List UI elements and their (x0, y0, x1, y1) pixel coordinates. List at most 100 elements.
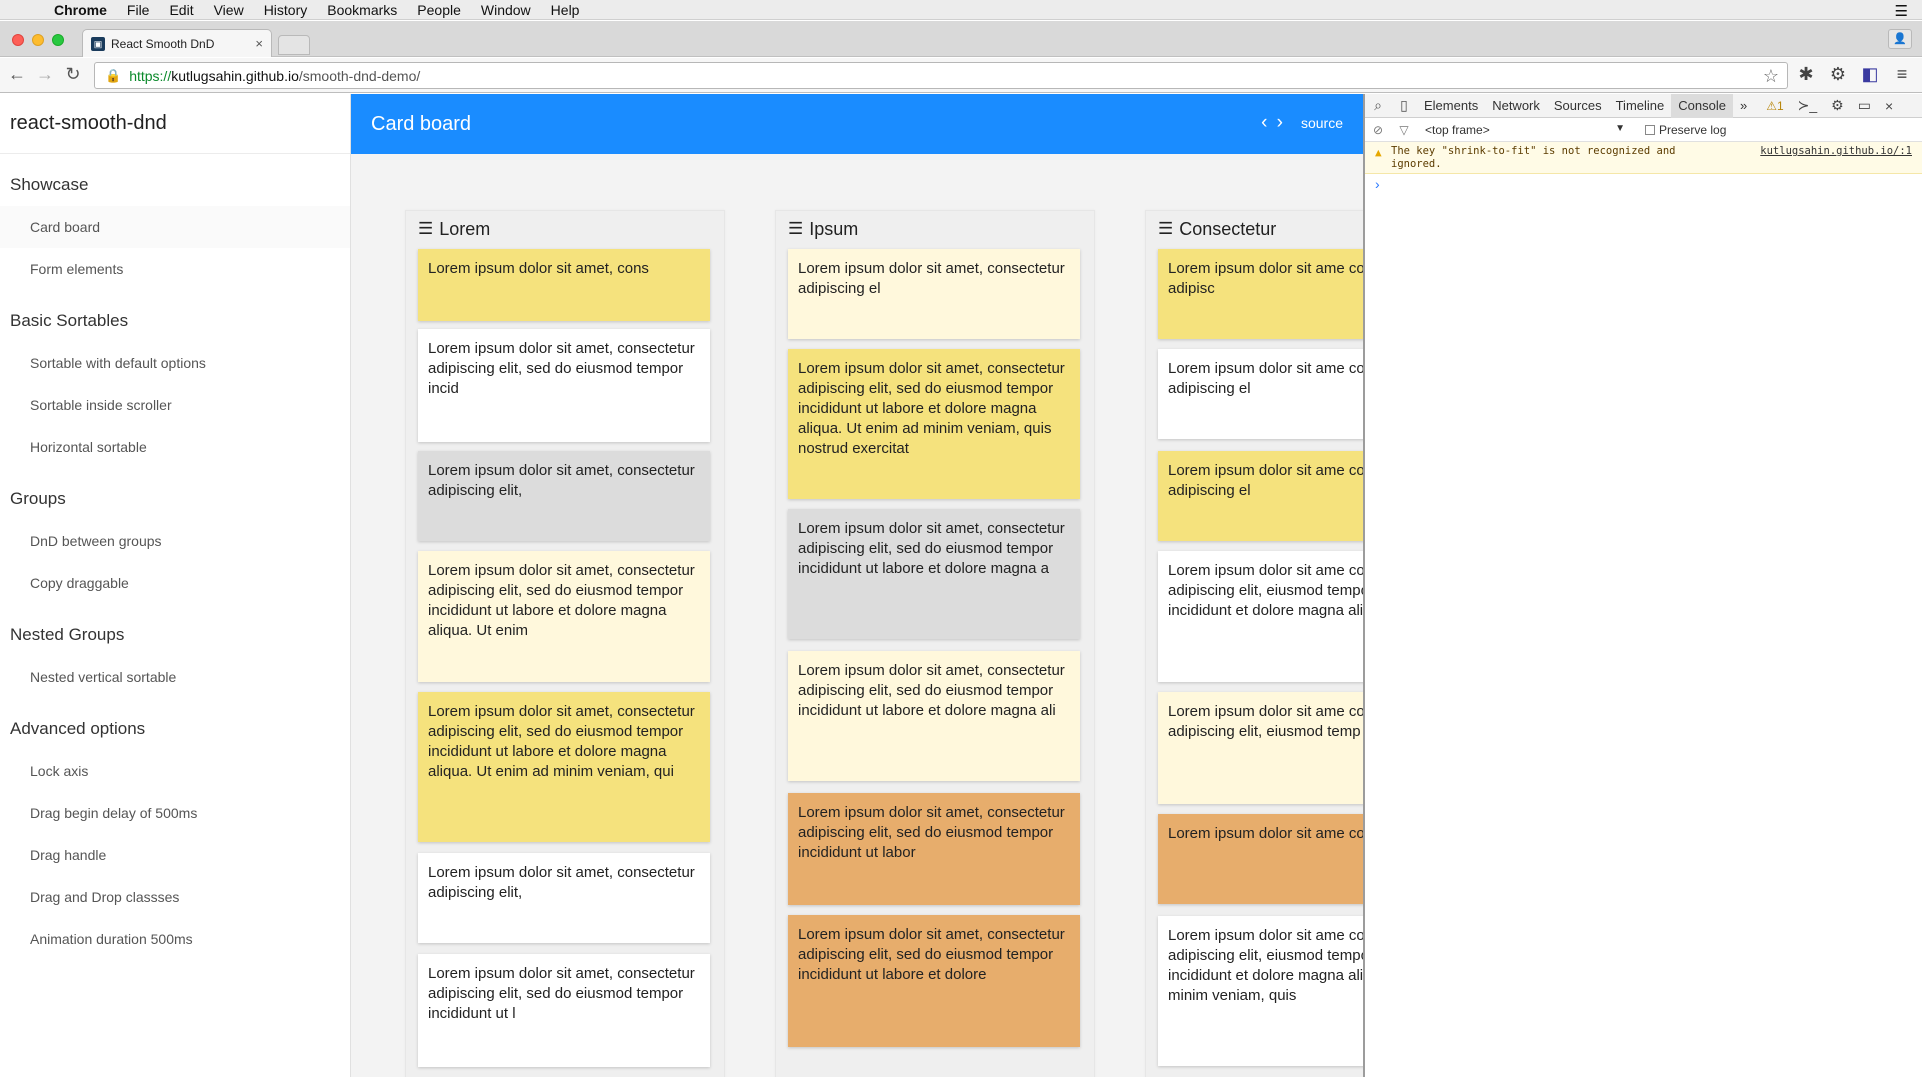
card[interactable]: Lorem ipsum dolor sit ame consectetur ad… (1158, 916, 1363, 1066)
reload-icon[interactable]: ↻ (62, 64, 84, 85)
card[interactable]: Lorem ipsum dolor sit amet, consectetur … (418, 451, 710, 541)
card[interactable]: Lorem ipsum dolor sit amet, consectetur … (788, 509, 1080, 639)
window-minimize-button[interactable] (32, 34, 44, 46)
device-mode-icon[interactable]: ▯ (1391, 97, 1417, 114)
menu-people[interactable]: People (417, 2, 461, 18)
card[interactable]: Lorem ipsum dolor sit ame consectetu (1158, 814, 1363, 904)
drag-handle-icon[interactable]: ☰ (1158, 219, 1173, 239)
more-tabs-icon[interactable]: » (1733, 94, 1754, 118)
menu-file[interactable]: File (127, 2, 150, 18)
card[interactable]: Lorem ipsum dolor sit ame consectetur ad… (1158, 349, 1363, 439)
card[interactable]: Lorem ipsum dolor sit ame consectetur ad… (1158, 249, 1363, 339)
drag-handle-icon[interactable]: ☰ (418, 219, 433, 239)
card[interactable]: Lorem ipsum dolor sit ame consectetur ad… (1158, 551, 1363, 682)
extension-icon[interactable]: ✱ (1794, 64, 1818, 85)
tab-elements[interactable]: Elements (1417, 94, 1485, 118)
sidebar-item-dnd-classes[interactable]: Drag and Drop classses (0, 876, 350, 918)
card[interactable]: Lorem ipsum dolor sit amet, consectetur … (788, 349, 1080, 499)
favicon-icon: ▣ (91, 36, 105, 51)
column-header[interactable]: ☰ Ipsum (788, 211, 1082, 247)
new-tab-button[interactable] (278, 35, 310, 55)
sidebar-item-drag-delay[interactable]: Drag begin delay of 500ms (0, 792, 350, 834)
sidebar-item-lock-axis[interactable]: Lock axis (0, 750, 350, 792)
card[interactable]: Lorem ipsum dolor sit ame consectetur ad… (1158, 451, 1363, 541)
tab-network[interactable]: Network (1485, 94, 1547, 118)
menu-app-name[interactable]: Chrome (54, 2, 107, 18)
tab-timeline[interactable]: Timeline (1609, 94, 1672, 118)
address-bar[interactable]: 🔒 https:// kutlugsahin.github.io /smooth… (94, 62, 1788, 89)
sidebar-item-drag-handle[interactable]: Drag handle (0, 834, 350, 876)
sidebar-item-sortable-default[interactable]: Sortable with default options (0, 342, 350, 384)
menu-bookmarks[interactable]: Bookmarks (327, 2, 397, 18)
list-icon[interactable]: ☰ (1895, 2, 1908, 20)
browser-tab[interactable]: ▣ React Smooth DnD × (82, 29, 272, 57)
section-groups: Groups (10, 489, 66, 508)
sidebar-item-copy-draggable[interactable]: Copy draggable (0, 562, 350, 604)
column-header[interactable]: ☰ Consectetur (1158, 211, 1363, 247)
sidebar-item-animation-duration[interactable]: Animation duration 500ms (0, 918, 350, 960)
tab-sources[interactable]: Sources (1547, 94, 1609, 118)
devtools-close-icon[interactable]: × (1885, 98, 1893, 114)
tab-close-icon[interactable]: × (255, 36, 263, 51)
warning-source-link[interactable]: kutlugsahin.github.io/:1 (1760, 145, 1912, 157)
lock-icon: 🔒 (105, 67, 122, 83)
bookmark-star-icon[interactable]: ☆ (1763, 66, 1779, 87)
forward-arrow-icon[interactable]: → (34, 64, 56, 85)
drag-handle-icon[interactable]: ☰ (788, 219, 803, 239)
warning-count-badge[interactable]: ⚠1 (1766, 99, 1783, 113)
app-sidebar: react-smooth-dnd Showcase Card board For… (0, 94, 351, 1077)
clear-console-icon[interactable]: ⊘ (1365, 123, 1391, 137)
checkbox-icon (1645, 124, 1655, 135)
app-brand[interactable]: react-smooth-dnd (0, 94, 350, 154)
card[interactable]: Lorem ipsum dolor sit amet, consectetur … (788, 793, 1080, 905)
chrome-menu-icon[interactable]: ≡ (1890, 64, 1914, 85)
tab-console[interactable]: Console (1671, 93, 1733, 118)
menu-window[interactable]: Window (481, 2, 531, 18)
section-advanced-options: Advanced options (10, 719, 146, 738)
menu-help[interactable]: Help (551, 2, 580, 18)
console-drawer-icon[interactable]: ≻_ (1798, 97, 1818, 114)
extension-gear-icon[interactable]: ⚙ (1826, 64, 1850, 85)
column-header[interactable]: ☰ Lorem (418, 211, 712, 247)
inspect-search-icon[interactable]: ⌕ (1365, 97, 1391, 114)
card[interactable]: Lorem ipsum dolor sit amet, consectetur … (418, 853, 710, 943)
page-title: Card board (371, 112, 472, 135)
card[interactable]: Lorem ipsum dolor sit amet, consectetur … (418, 954, 710, 1067)
console-prompt[interactable]: › (1365, 174, 1922, 194)
frame-selector[interactable]: <top frame> ▼ (1425, 123, 1625, 137)
card[interactable]: Lorem ipsum dolor sit amet, consectetur … (418, 329, 710, 442)
browser-tab-strip: ▣ React Smooth DnD × 👤 (0, 21, 1922, 57)
sidebar-item-nested-vertical[interactable]: Nested vertical sortable (0, 656, 350, 698)
window-zoom-button[interactable] (52, 34, 64, 46)
card[interactable]: Lorem ipsum dolor sit amet, consectetur … (788, 915, 1080, 1047)
menu-edit[interactable]: Edit (169, 2, 193, 18)
menu-view[interactable]: View (214, 2, 244, 18)
menu-history[interactable]: History (264, 2, 308, 18)
window-close-button[interactable] (12, 34, 24, 46)
sidebar-item-dnd-between-groups[interactable]: DnD between groups (0, 520, 350, 562)
filter-icon[interactable]: ▽ (1391, 123, 1417, 137)
settings-gear-icon[interactable]: ⚙ (1831, 97, 1844, 114)
profile-icon[interactable]: 👤 (1888, 29, 1912, 49)
preserve-log-checkbox[interactable]: Preserve log (1645, 123, 1726, 137)
extension-badge-icon[interactable]: ◧ (1858, 64, 1882, 85)
card[interactable]: Lorem ipsum dolor sit amet, consectetur … (418, 692, 710, 842)
sidebar-item-horizontal-sortable[interactable]: Horizontal sortable (0, 426, 350, 468)
sidebar-item-sortable-scroller[interactable]: Sortable inside scroller (0, 384, 350, 426)
source-link[interactable]: source (1301, 115, 1343, 131)
code-icon[interactable]: ‹ › (1261, 112, 1285, 134)
back-arrow-icon[interactable]: ← (6, 64, 28, 85)
card[interactable]: Lorem ipsum dolor sit amet, consectetur … (788, 249, 1080, 339)
devtools-tabbar: ⌕ ▯ Elements Network Sources Timeline Co… (1365, 93, 1922, 118)
dock-side-icon[interactable]: ▭ (1858, 97, 1871, 114)
sidebar-item-card-board[interactable]: Card board (0, 206, 350, 248)
card[interactable]: Lorem ipsum dolor sit ame consectetur ad… (1158, 692, 1363, 804)
board-column-consectetur: ☰ Consectetur Lorem ipsum dolor sit ame … (1145, 210, 1363, 1077)
console-filter-bar: ⊘ ▽ <top frame> ▼ Preserve log (1365, 118, 1922, 142)
card[interactable]: Lorem ipsum dolor sit amet, consectetur … (418, 551, 710, 682)
column-title: Lorem (439, 218, 491, 239)
card[interactable]: Lorem ipsum dolor sit amet, consectetur … (788, 651, 1080, 781)
card[interactable]: Lorem ipsum dolor sit amet, cons (418, 249, 710, 321)
sidebar-item-form-elements[interactable]: Form elements (0, 248, 350, 290)
url-scheme: https:// (129, 67, 172, 84)
